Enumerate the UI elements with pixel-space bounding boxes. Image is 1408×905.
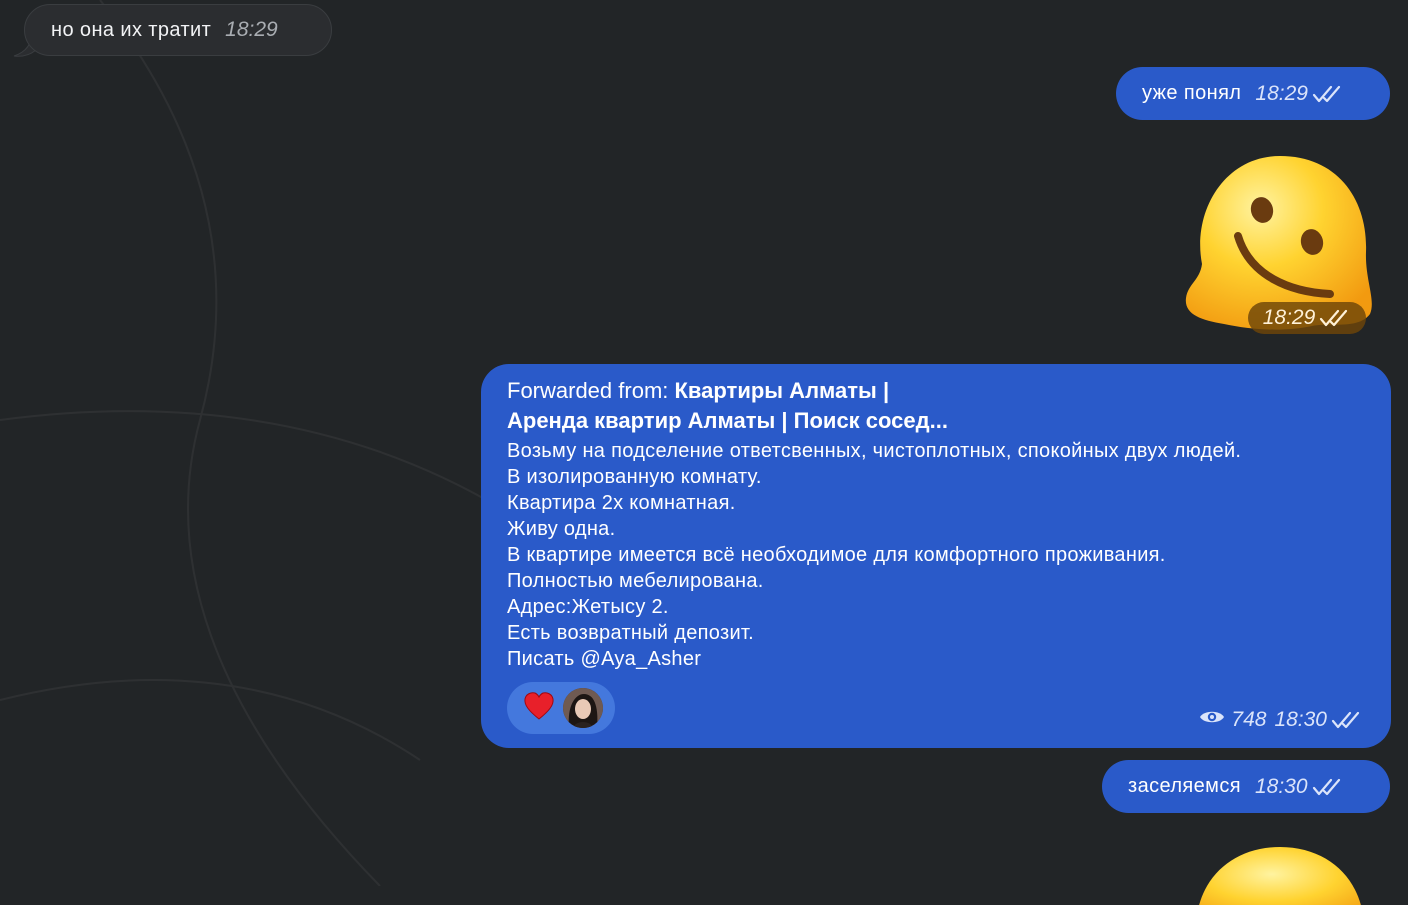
outgoing-message[interactable]: заселяемся 18:30: [1102, 760, 1390, 813]
reaction-pill[interactable]: [507, 682, 615, 734]
forward-prefix: Forwarded from:: [507, 378, 675, 403]
forward-source-line2[interactable]: Аренда квартир Алматы | Поиск сосед...: [507, 408, 948, 433]
message-text: уже понял: [1142, 82, 1242, 104]
message-time: 18:30: [1274, 708, 1327, 731]
message-time: 18:29: [225, 18, 278, 41]
double-check-icon: [1312, 84, 1344, 104]
double-check-icon: [1312, 777, 1344, 797]
red-heart-icon: [523, 691, 555, 726]
view-count: 748: [1231, 708, 1267, 731]
melting-face-sticker[interactable]: [1195, 845, 1365, 905]
forward-header: Forwarded from: Квартиры Алматы | Аренда…: [507, 376, 1365, 436]
forward-body: Возьму на подселение ответсвенных, чисто…: [507, 440, 1242, 670]
sticker-meta: 18:29: [1248, 302, 1366, 334]
double-check-icon: [1331, 710, 1363, 730]
message-text: заселяемся: [1128, 775, 1241, 797]
message-text: но она их тратит: [51, 18, 212, 41]
message-time: 18:29: [1255, 81, 1308, 105]
message-meta: 748 18:30: [1199, 708, 1363, 732]
outgoing-message[interactable]: уже понял 18:29: [1116, 67, 1390, 120]
eye-icon: [1199, 708, 1225, 732]
forwarded-message[interactable]: Forwarded from: Квартиры Алматы | Аренда…: [481, 364, 1391, 748]
avatar[interactable]: [563, 688, 603, 728]
incoming-message[interactable]: но она их тратит 18:29: [24, 4, 332, 56]
forward-source-line1[interactable]: Квартиры Алматы |: [675, 378, 890, 403]
message-time: 18:29: [1262, 306, 1316, 329]
double-check-icon: [1319, 308, 1351, 328]
message-time: 18:30: [1254, 774, 1308, 798]
